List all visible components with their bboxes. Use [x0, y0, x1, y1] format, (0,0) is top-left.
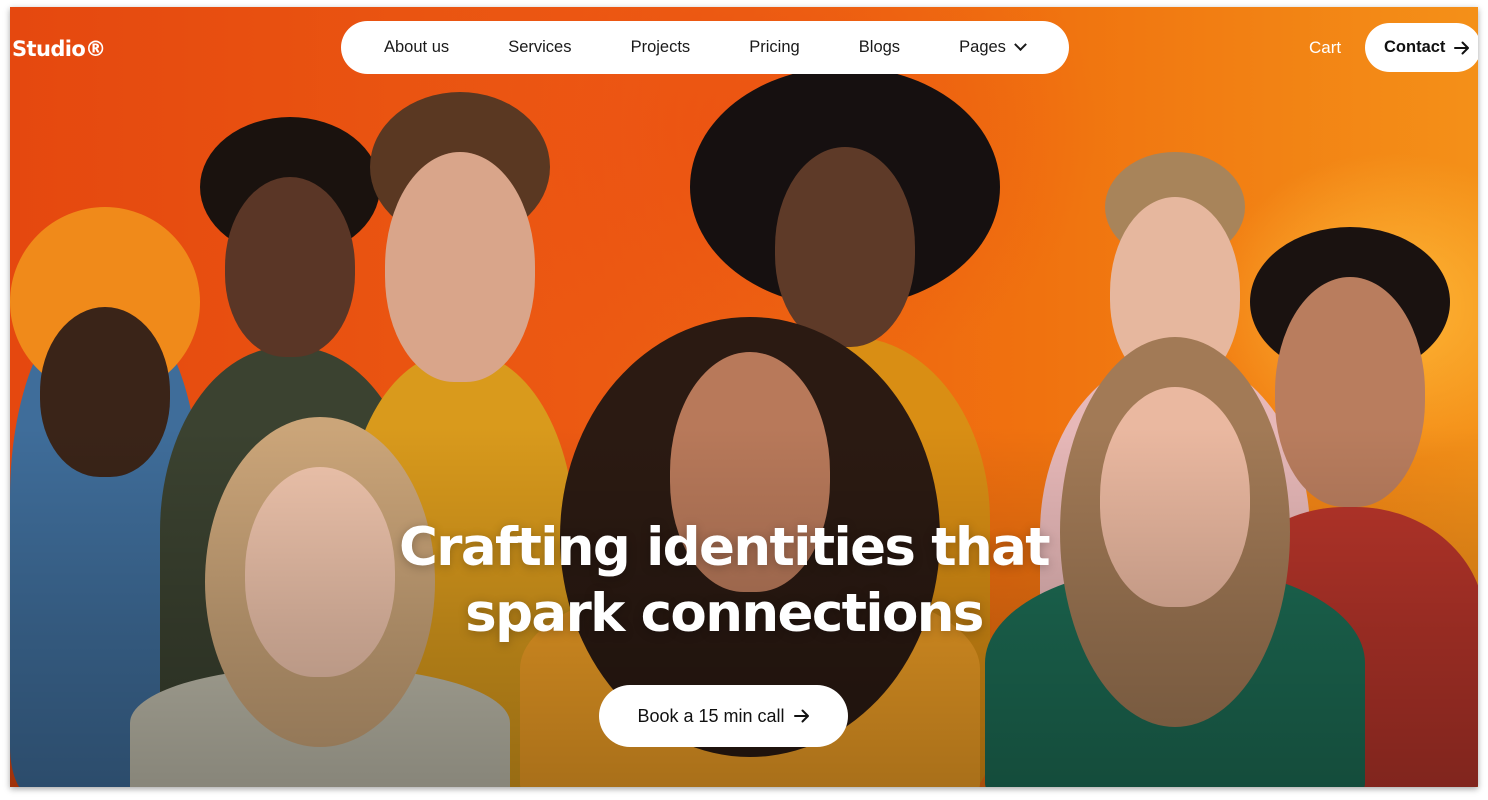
- nav-item-about-us[interactable]: About us: [384, 38, 449, 57]
- book-call-button-label: Book a 15 min call: [637, 705, 785, 726]
- chevron-down-icon: [1014, 38, 1027, 52]
- hero-heading: Crafting identities that spark connectio…: [10, 515, 1438, 647]
- nav-item-projects[interactable]: Projects: [631, 38, 691, 57]
- arrow-right-icon: [793, 709, 810, 723]
- hero-section: Studio® About us Services Projects Prici…: [10, 7, 1478, 787]
- nav-item-pricing[interactable]: Pricing: [749, 38, 799, 57]
- main-nav: About us Services Projects Pricing Blogs…: [341, 21, 1069, 74]
- hero-heading-line-2: spark connections: [465, 583, 984, 644]
- nav-item-pages-label: Pages: [959, 38, 1006, 56]
- hero-heading-line-1: Crafting identities that: [399, 517, 1051, 578]
- nav-item-pages[interactable]: Pages: [959, 38, 1027, 57]
- contact-button[interactable]: Contact: [1365, 23, 1478, 72]
- contact-button-label: Contact: [1384, 38, 1446, 56]
- brand-logo[interactable]: Studio®: [12, 37, 106, 61]
- nav-item-blogs[interactable]: Blogs: [859, 38, 900, 57]
- arrow-right-icon: [1454, 41, 1470, 55]
- cart-link[interactable]: Cart: [1309, 38, 1341, 58]
- nav-item-services[interactable]: Services: [508, 38, 571, 57]
- book-call-button[interactable]: Book a 15 min call: [599, 685, 848, 747]
